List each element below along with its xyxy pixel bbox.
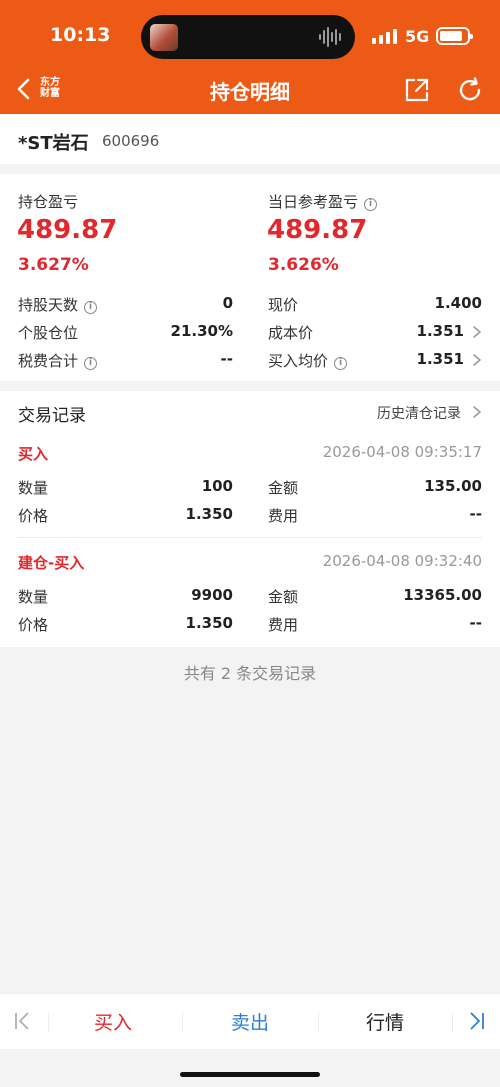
amount-label: 金额 bbox=[268, 479, 299, 497]
fee-value: -- bbox=[469, 614, 482, 632]
hold-days-label[interactable]: 持股天数 i bbox=[18, 294, 98, 315]
trade-count-text: 共有 2 条交易记录 bbox=[183, 664, 317, 683]
stock-header: *ST岩石 600696 bbox=[0, 114, 500, 164]
fee-label: 费用 bbox=[268, 507, 299, 525]
price-label: 价格 bbox=[18, 616, 49, 634]
stock-code: 600696 bbox=[102, 132, 160, 150]
trade-type: 买入 bbox=[18, 445, 49, 463]
qty-label: 数量 bbox=[18, 479, 49, 497]
amount-value: 13365.00 bbox=[403, 586, 482, 604]
daily-pnl-value: 489.87 bbox=[267, 215, 368, 245]
price-label: 价格 bbox=[18, 507, 49, 525]
fee-total-value: -- bbox=[220, 350, 233, 368]
divider bbox=[182, 1012, 183, 1032]
audio-wave-icon bbox=[319, 26, 343, 48]
pnl-value: 489.87 bbox=[17, 215, 118, 245]
fee-value: -- bbox=[469, 505, 482, 523]
share-icon[interactable] bbox=[404, 77, 430, 103]
quote-button[interactable]: 行情 bbox=[366, 1008, 404, 1035]
position-ratio-value: 21.30% bbox=[170, 322, 233, 340]
divider bbox=[18, 537, 482, 538]
now-playing-thumbnail bbox=[150, 24, 178, 51]
first-item-icon[interactable] bbox=[13, 1011, 31, 1031]
trade-time: 2026-04-08 09:32:40 bbox=[322, 552, 482, 570]
pnl-percent: 3.627% bbox=[18, 255, 89, 275]
status-time: 10:13 bbox=[50, 24, 111, 46]
amount-value: 135.00 bbox=[424, 477, 482, 495]
position-summary: 持仓盈亏 489.87 3.627% 当日参考盈亏 i 489.87 3.626%… bbox=[0, 174, 500, 381]
last-item-icon[interactable] bbox=[468, 1011, 486, 1031]
daily-pnl-label[interactable]: 当日参考盈亏 i bbox=[268, 191, 378, 212]
cost-price-label[interactable]: 成本价 bbox=[268, 322, 313, 343]
chevron-right-icon[interactable] bbox=[472, 405, 482, 419]
cost-price-value[interactable]: 1.351 bbox=[417, 322, 464, 340]
chevron-right-icon[interactable] bbox=[472, 325, 482, 339]
history-cleared-label: 历史清仓记录 bbox=[377, 406, 461, 422]
hold-days-label-text: 持股天数 bbox=[18, 296, 79, 314]
position-ratio-label: 个股仓位 bbox=[18, 324, 79, 342]
avg-buy-price-value[interactable]: 1.351 bbox=[417, 350, 464, 368]
fee-total-label[interactable]: 税费合计 i bbox=[18, 350, 98, 371]
price-value: 1.350 bbox=[185, 614, 233, 632]
chevron-right-icon[interactable] bbox=[472, 353, 482, 367]
trade-records: 交易记录 历史清仓记录 买入 2026-04-08 09:35:17 数量 10… bbox=[0, 391, 500, 647]
hold-days-value: 0 bbox=[222, 294, 233, 312]
bottom-action-bar: 买入 卖出 行情 bbox=[0, 993, 500, 1049]
amount-label: 金额 bbox=[268, 588, 299, 606]
qty-value: 100 bbox=[201, 477, 233, 495]
info-icon[interactable]: i bbox=[334, 357, 348, 370]
daily-pnl-percent: 3.626% bbox=[268, 255, 339, 275]
fee-total-label-text: 税费合计 bbox=[18, 352, 79, 370]
info-icon[interactable]: i bbox=[84, 357, 98, 370]
trade-type: 建仓-买入 bbox=[18, 554, 85, 572]
pnl-label: 持仓盈亏 bbox=[18, 193, 79, 211]
info-icon[interactable]: i bbox=[84, 301, 98, 314]
signal-icon bbox=[372, 28, 397, 44]
price-value: 1.400 bbox=[434, 294, 482, 312]
qty-label: 数量 bbox=[18, 588, 49, 606]
buy-button[interactable]: 买入 bbox=[94, 1008, 132, 1035]
price-value: 1.350 bbox=[185, 505, 233, 523]
dynamic-island bbox=[141, 15, 355, 59]
daily-pnl-label-text: 当日参考盈亏 bbox=[268, 193, 359, 211]
home-indicator bbox=[180, 1072, 320, 1077]
fee-label: 费用 bbox=[268, 616, 299, 634]
avg-buy-price-label[interactable]: 买入均价 i bbox=[268, 350, 348, 371]
price-label: 现价 bbox=[268, 296, 299, 314]
stock-name: *ST岩石 bbox=[18, 133, 89, 154]
divider bbox=[452, 1012, 453, 1032]
info-icon[interactable]: i bbox=[364, 198, 378, 211]
divider bbox=[318, 1012, 319, 1032]
refresh-icon[interactable] bbox=[457, 77, 483, 103]
history-cleared-link[interactable]: 历史清仓记录 bbox=[377, 403, 461, 423]
avg-buy-price-label-text: 买入均价 bbox=[268, 352, 329, 370]
network-label: 5G bbox=[405, 27, 430, 46]
divider bbox=[48, 1012, 49, 1032]
battery-icon bbox=[436, 27, 473, 45]
trade-time: 2026-04-08 09:35:17 bbox=[322, 443, 482, 461]
trade-records-title: 交易记录 bbox=[18, 406, 86, 426]
qty-value: 9900 bbox=[191, 586, 233, 604]
sell-button[interactable]: 卖出 bbox=[231, 1008, 269, 1035]
app-header: 10:13 5G 东方 财富 持仓明细 bbox=[0, 0, 500, 114]
